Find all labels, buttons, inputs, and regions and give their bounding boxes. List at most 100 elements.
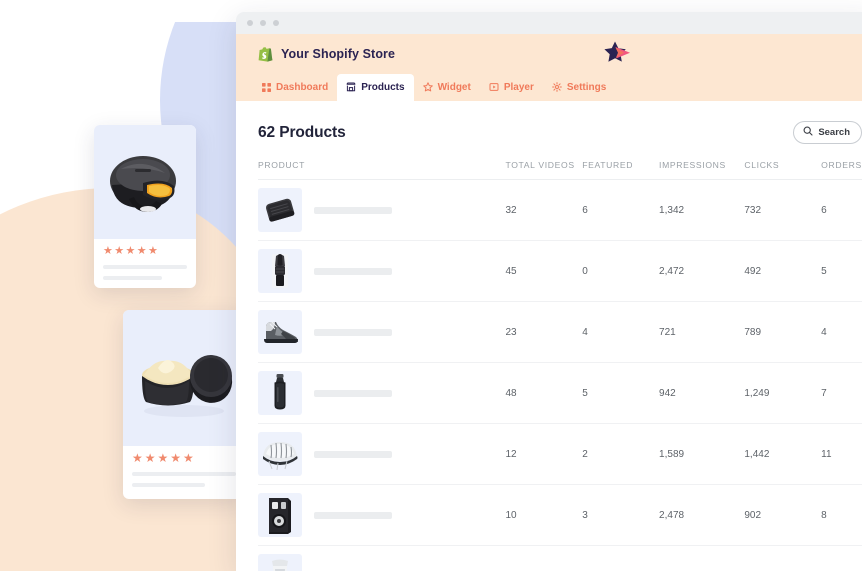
- tab-label: Player: [503, 81, 534, 93]
- tab-products[interactable]: Products: [337, 74, 414, 101]
- cell-clicks: 732: [744, 179, 822, 241]
- table-row[interactable]: 23 4 721 789 4: [258, 301, 862, 363]
- products-table-head: PRODUCT TOTAL VIDEOS FEATURED IMPRESSION…: [258, 160, 862, 180]
- sneaker-thumbnail: [258, 310, 302, 354]
- browser-window: Your Shopify Store Dashboard Products Wi…: [236, 12, 862, 571]
- tab-player[interactable]: Player: [480, 74, 543, 101]
- cell-clicks: 789: [744, 301, 822, 363]
- app-header: Your Shopify Store Dashboard Products Wi…: [236, 34, 862, 101]
- bike-helmet-thumbnail: [258, 432, 302, 476]
- cell-product[interactable]: [258, 484, 506, 546]
- column-header-featured[interactable]: FEATURED: [582, 160, 659, 180]
- table-header-row: PRODUCT TOTAL VIDEOS FEATURED IMPRESSION…: [258, 160, 862, 180]
- cell-featured: 5: [582, 362, 660, 424]
- search-button[interactable]: Search: [793, 121, 862, 144]
- cell-impressions: 2,472: [659, 240, 745, 302]
- ski-helmet-image: [94, 125, 196, 239]
- cell-total-videos: 48: [505, 362, 583, 424]
- main-content: 62 Products Search PRODUCT TOTAL VIDEOS: [236, 101, 862, 571]
- table-row[interactable]: 48 5 942 1,249 7: [258, 362, 862, 424]
- tab-settings[interactable]: Settings: [543, 74, 615, 101]
- card-rating-stars: ★★★★★: [103, 245, 160, 257]
- table-row[interactable]: 12 2 1,589 1,442 11: [258, 423, 862, 485]
- shopify-bag-icon: [258, 46, 273, 62]
- column-header-product[interactable]: PRODUCT: [258, 160, 505, 180]
- card-rating-stars: ★★★★★: [132, 451, 196, 465]
- cell-featured: 3: [582, 484, 660, 546]
- play-box-icon: [489, 82, 499, 92]
- cell-total-videos: 32: [505, 179, 583, 241]
- tab-label: Widget: [437, 81, 471, 93]
- table-row[interactable]: [258, 545, 862, 571]
- product-name-placeholder: [314, 267, 392, 275]
- table-row[interactable]: 45 0 2,472 492 5: [258, 240, 862, 302]
- store-icon: [346, 82, 356, 92]
- table-row[interactable]: 32 6 1,342 732 6: [258, 179, 862, 241]
- cell-clicks: 1,442: [744, 423, 822, 485]
- cell-orders: 6: [821, 179, 862, 241]
- star-icon: [422, 82, 433, 92]
- main-nav-tabs: Dashboard Products Widget Player Setting…: [236, 74, 862, 101]
- cell-product[interactable]: [258, 423, 506, 485]
- window-minimize-dot[interactable]: [260, 20, 266, 26]
- table-row[interactable]: 10 3 2,478 902 8: [258, 484, 862, 546]
- products-table: PRODUCT TOTAL VIDEOS FEATURED IMPRESSION…: [258, 160, 862, 571]
- floor-speaker-thumbnail: [258, 493, 302, 537]
- card-subtitle-placeholder: [103, 276, 162, 280]
- cell-product[interactable]: [258, 301, 506, 363]
- cell-orders: 4: [821, 301, 862, 363]
- cell-clicks: 1,249: [744, 362, 822, 424]
- search-button-label: Search: [818, 127, 850, 138]
- cell-clicks: 492: [744, 240, 822, 302]
- floating-card-ski-helmet[interactable]: ★★★★★: [94, 125, 196, 288]
- screenshot-root: ★★★★★ ★★★★★ Your Shopify Store Dashboard…: [0, 0, 862, 571]
- search-icon: [803, 126, 813, 139]
- cell-featured: 0: [582, 240, 660, 302]
- product-name-placeholder: [314, 511, 392, 519]
- column-header-total-videos[interactable]: TOTAL VIDEOS: [505, 160, 582, 180]
- tab-widget[interactable]: Widget: [414, 74, 480, 101]
- cell-featured: 2: [582, 423, 660, 485]
- cell-total-videos: 12: [505, 423, 583, 485]
- cell-orders: 5: [821, 240, 862, 302]
- card-title-placeholder: [132, 472, 236, 476]
- water-bottle-thumbnail: [258, 371, 302, 415]
- cell-product[interactable]: [258, 362, 506, 424]
- cell-partial: [505, 545, 862, 571]
- window-chrome-bar: [236, 12, 862, 34]
- cell-total-videos: 10: [505, 484, 583, 546]
- cell-impressions: 1,589: [659, 423, 745, 485]
- bluetooth-speaker-thumbnail: [258, 188, 302, 232]
- cell-orders: 11: [821, 423, 862, 485]
- card-subtitle-placeholder: [132, 483, 205, 487]
- window-maximize-dot[interactable]: [273, 20, 279, 26]
- tab-label: Products: [361, 81, 405, 93]
- makeup-brush-thumbnail: [258, 249, 302, 293]
- column-header-orders[interactable]: ORDERS: [821, 160, 862, 180]
- product-name-placeholder: [314, 450, 392, 458]
- gear-icon: [551, 82, 562, 92]
- cell-impressions: 2,478: [659, 484, 745, 546]
- product-name-placeholder: [314, 206, 392, 214]
- window-close-dot[interactable]: [247, 20, 253, 26]
- title-row: 62 Products Search: [258, 101, 862, 160]
- column-header-impressions[interactable]: IMPRESSIONS: [659, 160, 744, 180]
- cell-product[interactable]: [258, 545, 506, 571]
- cell-orders: 7: [821, 362, 862, 424]
- tab-dashboard[interactable]: Dashboard: [253, 74, 337, 101]
- cell-orders: 8: [821, 484, 862, 546]
- cell-impressions: 721: [659, 301, 745, 363]
- cell-clicks: 902: [744, 484, 822, 546]
- cell-impressions: 1,342: [659, 179, 745, 241]
- cell-product[interactable]: [258, 240, 506, 302]
- column-header-clicks[interactable]: CLICKS: [744, 160, 821, 180]
- card-title-placeholder: [103, 265, 187, 269]
- brand-row: Your Shopify Store: [236, 34, 862, 74]
- blender-thumbnail: [258, 554, 302, 571]
- cell-total-videos: 23: [505, 301, 583, 363]
- floating-card-cream-jar[interactable]: ★★★★★: [123, 310, 245, 499]
- star-arrow-logo-icon: [602, 40, 632, 66]
- cell-product[interactable]: [258, 179, 506, 241]
- cell-impressions: 942: [659, 362, 745, 424]
- tab-label: Dashboard: [276, 81, 329, 93]
